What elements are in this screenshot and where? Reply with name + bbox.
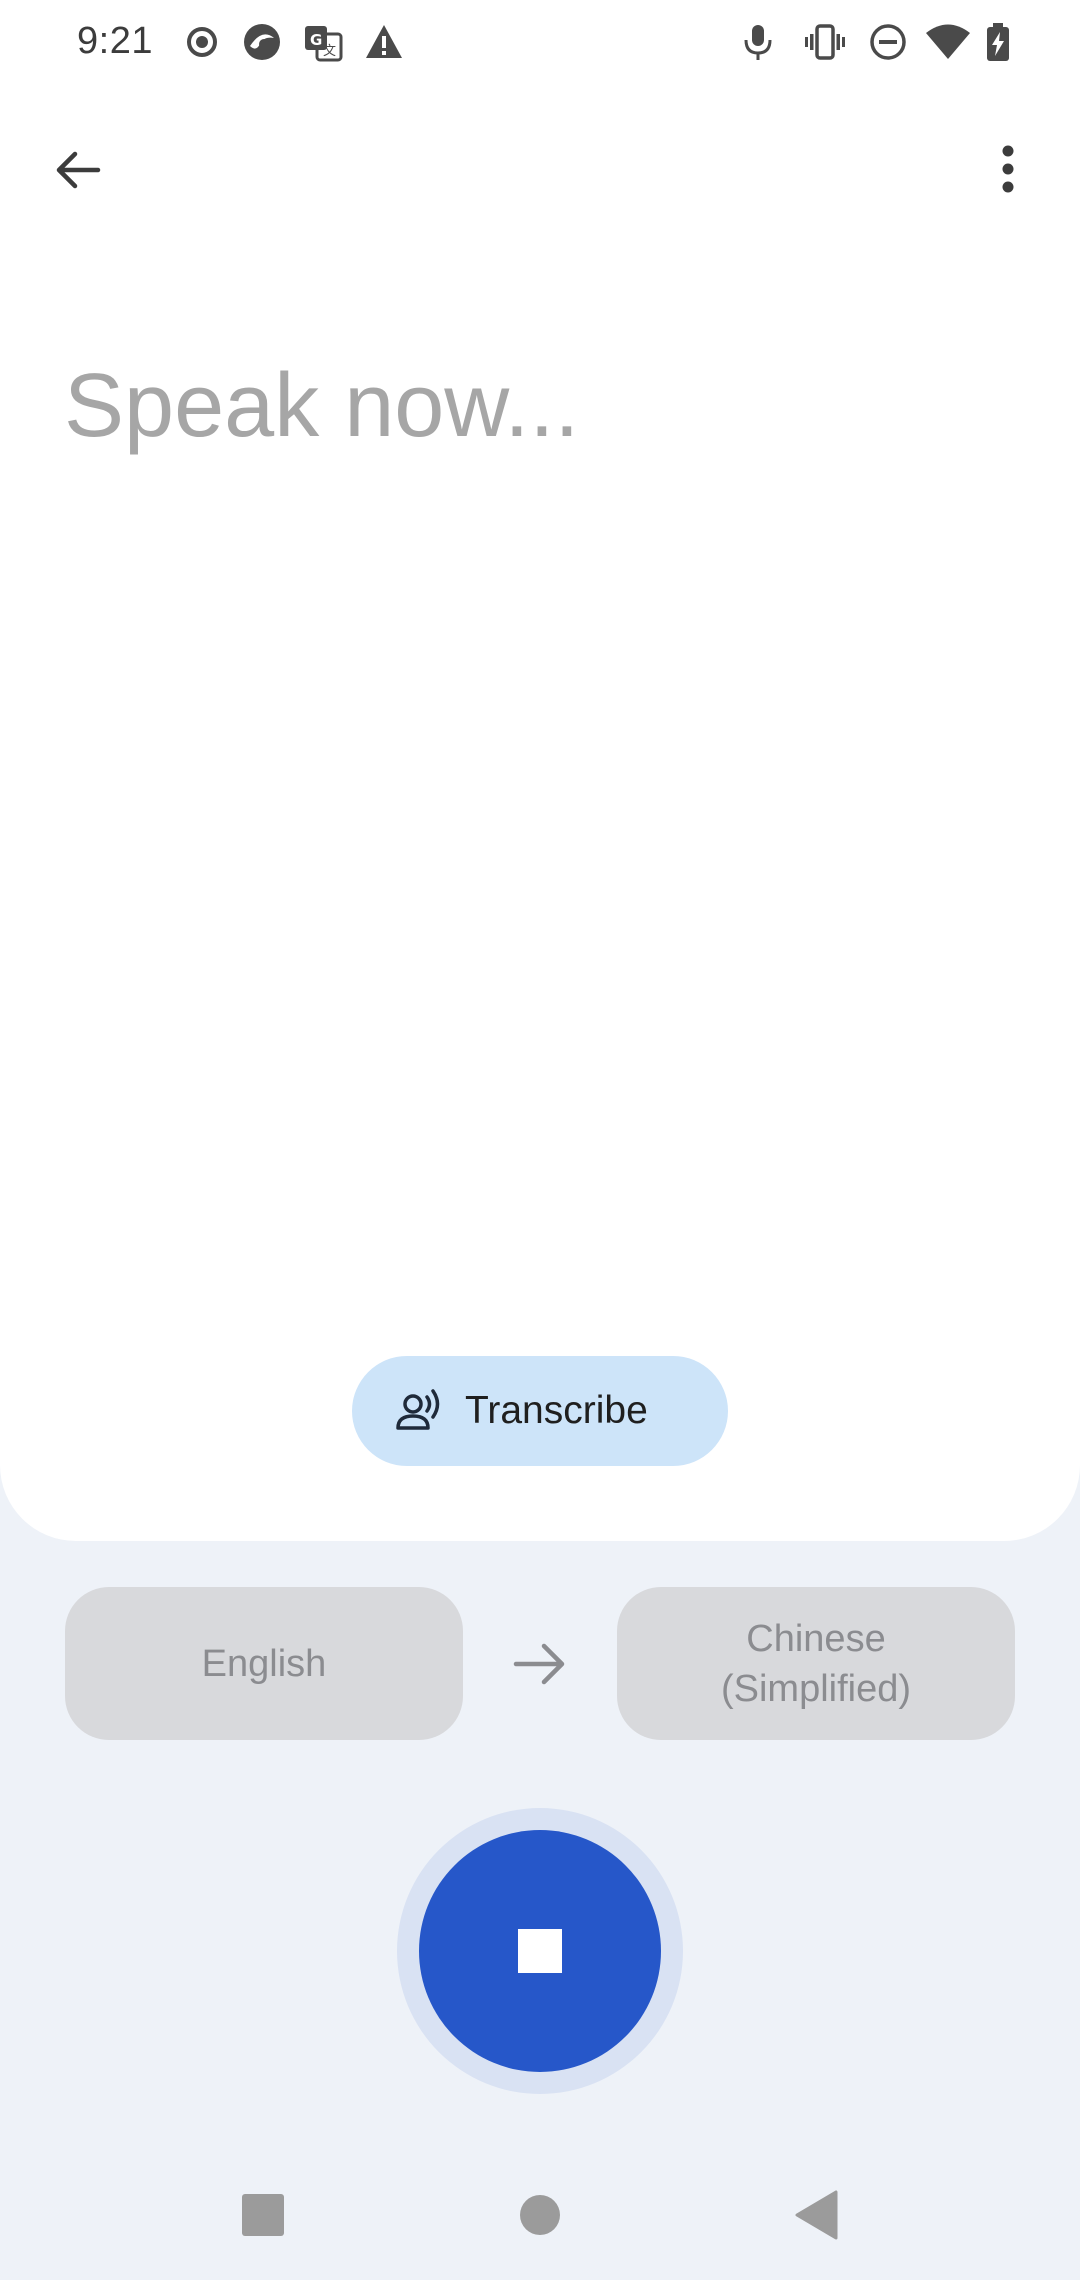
status-time: 9:21 xyxy=(77,20,153,62)
source-language-label: English xyxy=(201,1642,327,1685)
nav-back-button[interactable] xyxy=(791,2190,841,2240)
back-icon xyxy=(795,2190,838,2240)
vibrate-icon xyxy=(805,22,845,62)
home-icon xyxy=(520,2195,560,2235)
arrow-back-icon xyxy=(56,151,101,189)
source-language-button[interactable]: English xyxy=(65,1587,463,1740)
target-language-line1: Chinese xyxy=(746,1617,886,1660)
arrow-right-icon xyxy=(512,1640,568,1688)
translate-icon: G文 xyxy=(303,22,343,62)
mic-icon xyxy=(738,22,778,62)
stop-listening-button[interactable] xyxy=(419,1830,661,2072)
status-bar: 9:21 G文 xyxy=(0,0,1080,90)
more-vert-icon xyxy=(1002,145,1014,193)
stop-icon xyxy=(518,1929,562,1973)
target-language-line2: (Simplified) xyxy=(720,1667,912,1710)
battery-charging-icon xyxy=(983,22,1013,62)
target-language-button[interactable]: Chinese (Simplified) xyxy=(617,1587,1015,1740)
svg-text:文: 文 xyxy=(323,44,336,59)
transcribe-button[interactable]: Transcribe xyxy=(352,1356,728,1466)
record-icon xyxy=(182,22,222,62)
svg-text:G: G xyxy=(310,31,322,49)
transcribe-label: Transcribe xyxy=(465,1389,648,1432)
back-button[interactable] xyxy=(37,130,117,210)
content-card xyxy=(0,0,1080,1541)
person-voice-icon xyxy=(395,1386,445,1436)
target-language-label: Chinese (Simplified) xyxy=(721,1614,911,1714)
warning-icon xyxy=(364,22,404,62)
assistant-icon xyxy=(242,22,282,62)
wifi-icon xyxy=(925,22,971,62)
do-not-disturb-icon xyxy=(868,22,908,62)
nav-home-button[interactable] xyxy=(515,2190,565,2240)
speak-now-prompt: Speak now... xyxy=(64,356,580,456)
nav-recents-button[interactable] xyxy=(238,2190,288,2240)
recents-icon xyxy=(242,2194,284,2236)
more-options-button[interactable] xyxy=(968,130,1048,210)
